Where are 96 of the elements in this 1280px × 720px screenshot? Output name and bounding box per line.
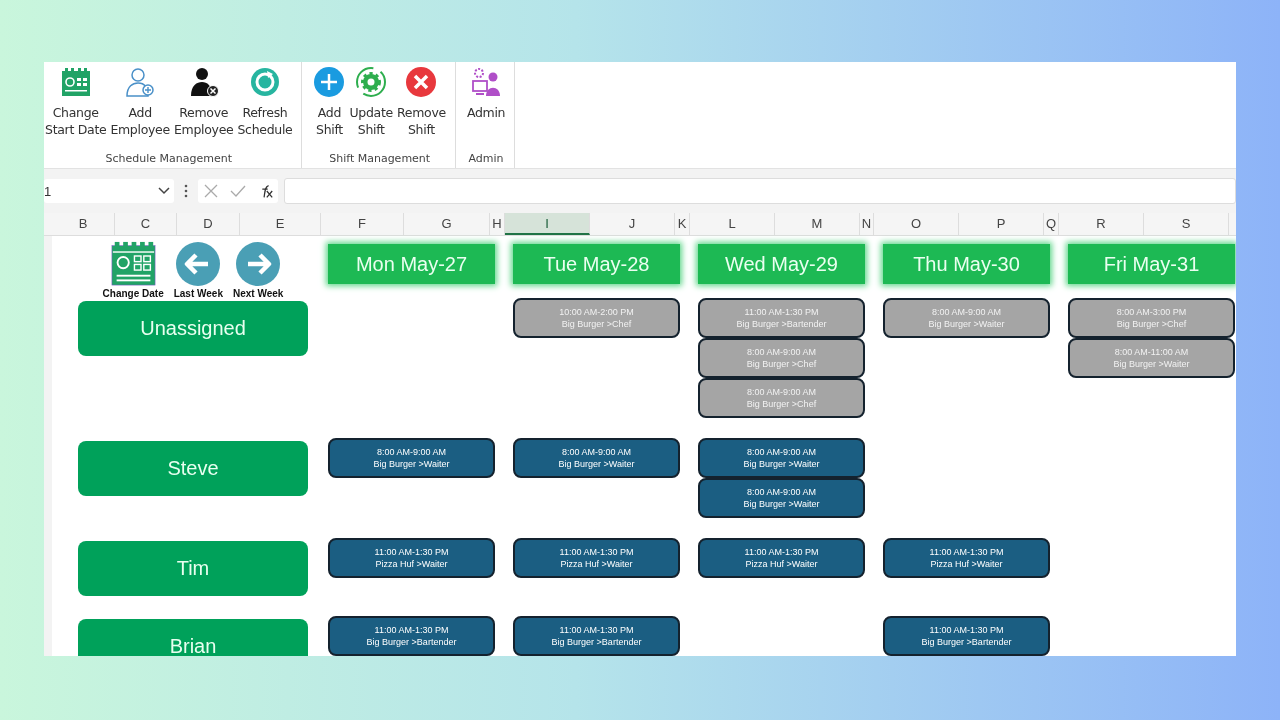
check-icon[interactable] — [229, 183, 247, 199]
sheet-button[interactable]: Next Week — [233, 241, 284, 299]
column-header[interactable]: N — [860, 213, 874, 235]
column-header[interactable]: Q — [1044, 213, 1059, 235]
shift-time: 8:00 AM-9:00 AM — [746, 486, 816, 498]
shift-job: Big Burger >Waiter — [928, 318, 1005, 330]
name-box[interactable]: 1 — [44, 179, 174, 203]
shift-card[interactable]: 8:00 AM-9:00 AM Big Burger >Waiter — [513, 438, 680, 478]
shift-job: Big Burger >Bartender — [736, 318, 827, 330]
shift-time: 8:00 AM-9:00 AM — [746, 346, 816, 358]
column-header[interactable]: F — [321, 213, 404, 235]
day-header: Wed May-29 — [698, 244, 865, 284]
sheet-button[interactable]: Last Week — [173, 241, 223, 299]
column-header[interactable]: B — [52, 213, 115, 235]
shift-card[interactable]: 8:00 AM-9:00 AM Big Burger >Waiter — [698, 438, 865, 478]
ribbon-button[interactable]: Add Shift — [312, 62, 347, 152]
column-header[interactable]: S — [1144, 213, 1229, 235]
gear-icon — [355, 66, 388, 98]
column-header[interactable]: D — [177, 213, 240, 235]
admin-icon — [470, 66, 503, 98]
ribbon-button[interactable]: Admin — [465, 62, 507, 152]
ribbon-button[interactable]: Refresh Schedule — [236, 62, 294, 152]
close-icon — [405, 66, 438, 98]
refresh-icon — [248, 66, 281, 98]
shift-card[interactable]: 11:00 AM-1:30 PM Pizza Huf >Waiter — [698, 538, 865, 578]
calendar-icon — [59, 66, 92, 98]
shift-time: 11:00 AM-1:30 PM — [929, 624, 1004, 636]
shift-job: Big Burger >Chef — [1116, 318, 1187, 330]
sheet-button[interactable]: Change Date — [102, 241, 164, 299]
column-header[interactable]: C — [115, 213, 177, 235]
shift-job: Pizza Huf >Waiter — [930, 558, 1003, 570]
day-header: Mon May-27 — [328, 244, 495, 284]
column-header[interactable]: M — [775, 213, 860, 235]
ribbon-button[interactable]: Update Shift — [348, 62, 394, 152]
shift-job: Big Burger >Chef — [746, 398, 817, 410]
shift-job: Big Burger >Waiter — [743, 458, 820, 470]
shift-job: Big Burger >Bartender — [366, 636, 457, 648]
ribbon-button[interactable]: Remove Shift — [395, 62, 447, 152]
column-header[interactable]: R — [1059, 213, 1144, 235]
shift-job: Big Burger >Waiter — [373, 458, 450, 470]
more-icon[interactable] — [184, 184, 188, 198]
shift-job: Big Burger >Waiter — [1113, 358, 1190, 370]
group-label: Schedule Management — [104, 152, 233, 167]
shift-job: Big Burger >Chef — [561, 318, 632, 330]
shift-time: 8:00 AM-3:00 PM — [1116, 306, 1187, 318]
shift-card[interactable]: 8:00 AM-9:00 AM Big Burger >Waiter — [328, 438, 495, 478]
shift-card[interactable]: 11:00 AM-1:30 PM Pizza Huf >Waiter — [883, 538, 1050, 578]
shift-time: 11:00 AM-1:30 PM — [559, 624, 634, 636]
column-header[interactable]: P — [959, 213, 1044, 235]
shift-time: 11:00 AM-1:30 PM — [559, 546, 634, 558]
shift-time: 8:00 AM-9:00 AM — [561, 446, 631, 458]
shift-card[interactable]: 11:00 AM-1:30 PM Pizza Huf >Waiter — [513, 538, 680, 578]
shift-job: Pizza Huf >Waiter — [745, 558, 818, 570]
shift-time: 11:00 AM-1:30 PM — [374, 624, 449, 636]
column-header[interactable]: G — [404, 213, 490, 235]
formula-input[interactable] — [284, 178, 1236, 204]
group-label: Shift Management — [328, 152, 432, 167]
day-header: Thu May-30 — [883, 244, 1050, 284]
shift-time: 11:00 AM-1:30 PM — [744, 306, 819, 318]
shift-job: Big Burger >Bartender — [921, 636, 1012, 648]
shift-job: Big Burger >Waiter — [558, 458, 635, 470]
caret-icon — [158, 187, 170, 195]
shift-card[interactable]: 8:00 AM-9:00 AM Big Burger >Waiter — [698, 478, 865, 518]
ribbon-button[interactable]: Remove Employee — [172, 62, 235, 152]
plus-icon — [313, 66, 346, 98]
day-header: Fri May-31 — [1068, 244, 1235, 284]
shift-job: Big Burger >Waiter — [743, 498, 820, 510]
ribbon-button[interactable]: Add Employee — [109, 62, 171, 152]
column-header[interactable]: K — [675, 213, 690, 235]
shift-card[interactable]: 11:00 AM-1:30 PM Pizza Huf >Waiter — [328, 538, 495, 578]
shift-job: Big Burger >Chef — [746, 358, 817, 370]
shift-job: Big Burger >Bartender — [551, 636, 642, 648]
column-header[interactable]: I — [505, 213, 590, 235]
shift-time: 8:00 AM-11:00 AM — [1114, 346, 1189, 358]
shift-time: 8:00 AM-9:00 AM — [746, 446, 816, 458]
shift-time: 10:00 AM-2:00 PM — [559, 306, 634, 318]
person-add-icon — [124, 66, 157, 98]
shift-time: 8:00 AM-9:00 AM — [376, 446, 446, 458]
shift-time: 8:00 AM-9:00 AM — [931, 306, 1001, 318]
column-header[interactable]: O — [874, 213, 959, 235]
shift-time: 11:00 AM-1:30 PM — [744, 546, 819, 558]
shift-time: 8:00 AM-9:00 AM — [746, 386, 816, 398]
shift-time: 11:00 AM-1:30 PM — [374, 546, 449, 558]
shift-card[interactable]: 11:00 AM-1:30 PM Big Burger >Bartender — [883, 616, 1050, 656]
column-header[interactable]: E — [240, 213, 321, 235]
shift-job: Pizza Huf >Waiter — [375, 558, 448, 570]
shift-card[interactable]: 11:00 AM-1:30 PM Big Burger >Bartender — [328, 616, 495, 656]
column-header[interactable]: L — [690, 213, 775, 235]
group-label: Admin — [467, 152, 505, 167]
day-header: Tue May-28 — [513, 244, 680, 284]
shift-card[interactable]: 11:00 AM-1:30 PM Big Burger >Bartender — [513, 616, 680, 656]
shift-time: 11:00 AM-1:30 PM — [929, 546, 1004, 558]
ribbon-button[interactable]: Change Start Date — [44, 62, 108, 152]
shift-job: Pizza Huf >Waiter — [560, 558, 633, 570]
column-header[interactable]: J — [590, 213, 675, 235]
calendar-icon — [109, 241, 157, 286]
